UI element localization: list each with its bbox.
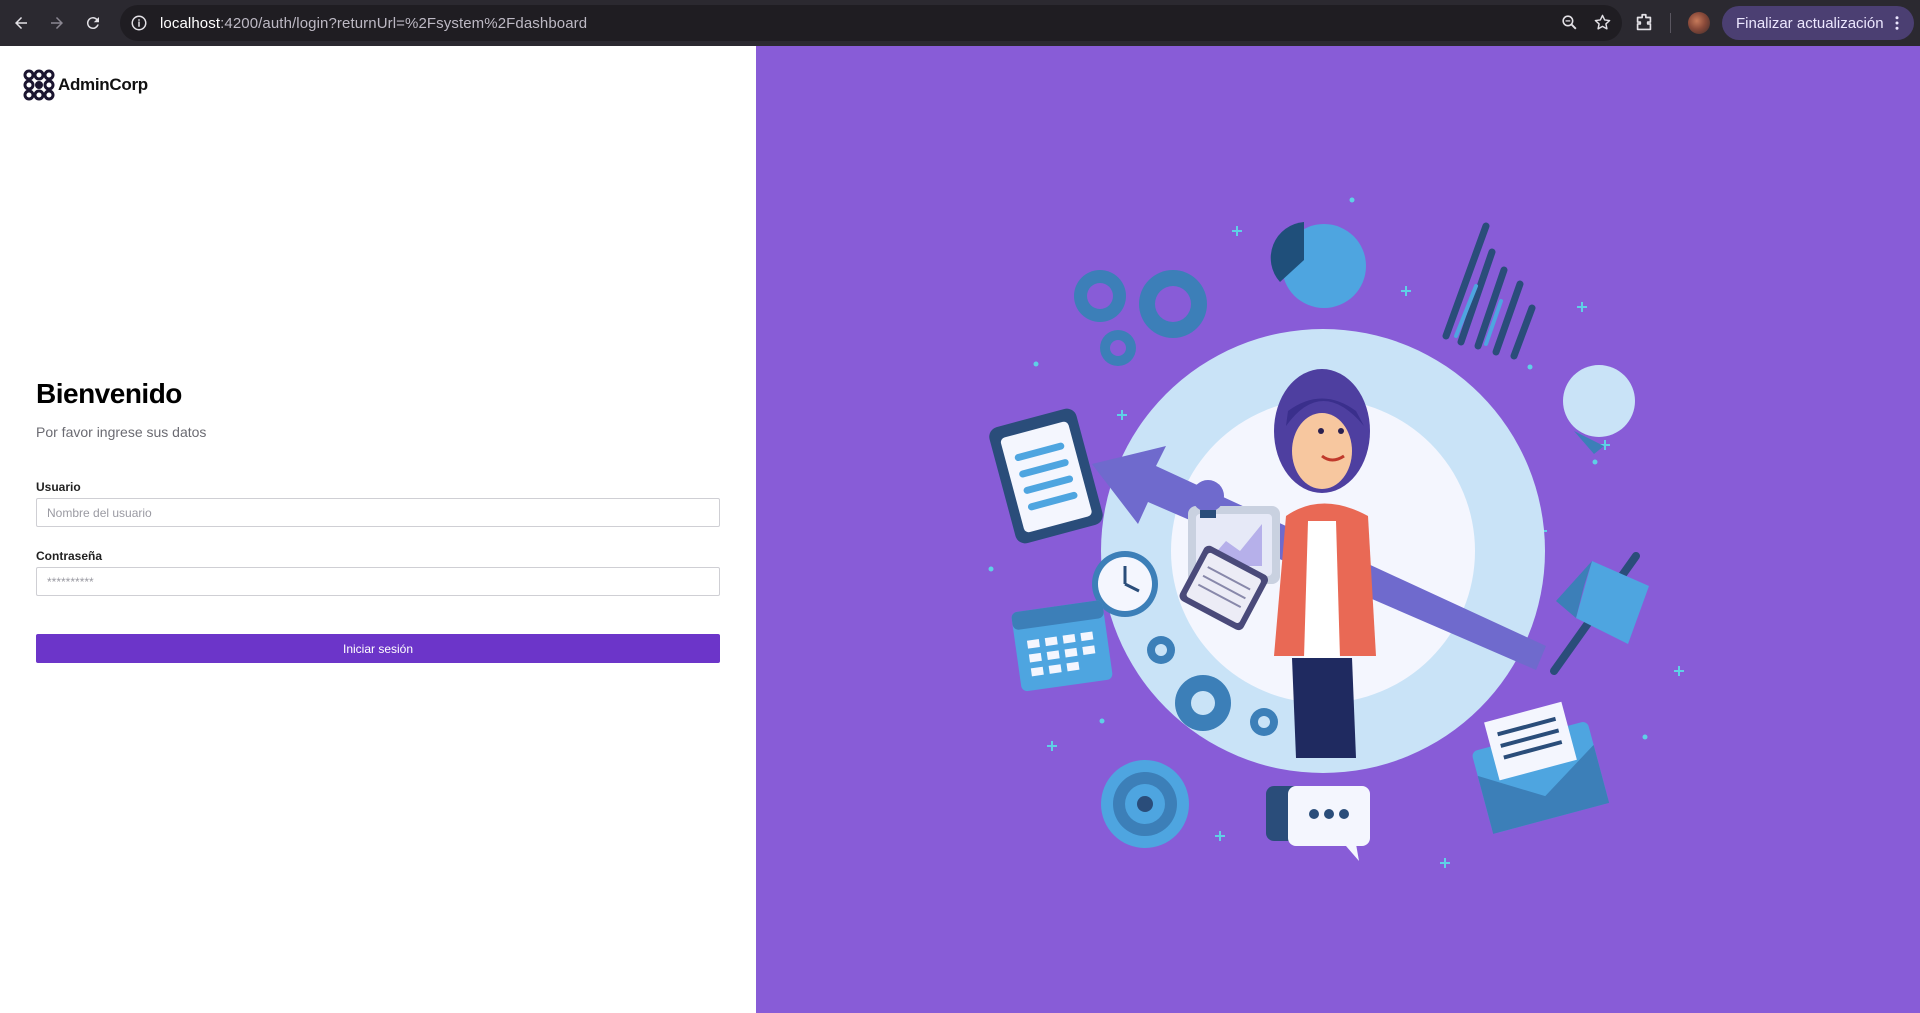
arrow-right-icon — [51, 17, 63, 29]
reload-icon — [86, 17, 99, 30]
password-label: Contraseña — [36, 549, 103, 563]
finish-update-button[interactable]: Finalizar actualización — [1722, 6, 1914, 40]
forward-button[interactable] — [40, 6, 74, 40]
login-button[interactable]: Iniciar sesión — [36, 634, 720, 663]
page-title: Bienvenido — [36, 378, 182, 409]
extensions-icon[interactable] — [1633, 12, 1655, 34]
login-form: Bienvenido Por favor ingrese sus datos U… — [36, 378, 720, 663]
url-path: :4200/auth/login?returnUrl=%2Fsystem%2Fd… — [220, 14, 588, 32]
profile-avatar[interactable] — [1688, 12, 1710, 34]
brand-name: AdminCorp — [58, 75, 148, 94]
more-vert-icon[interactable] — [1888, 14, 1906, 32]
toolbar-divider — [1670, 13, 1671, 33]
business-woman-illustration — [988, 197, 1684, 868]
back-button[interactable] — [4, 6, 38, 40]
address-bar[interactable]: localhost:4200/auth/login?returnUrl=%2Fs… — [120, 5, 1622, 41]
reload-button[interactable] — [76, 6, 110, 40]
bookmark-star-icon[interactable] — [1593, 13, 1612, 32]
username-input[interactable] — [36, 498, 720, 527]
illustration-panel — [756, 46, 1920, 1013]
url-host: localhost — [160, 14, 221, 32]
arrow-left-icon — [15, 17, 27, 29]
brand-logo[interactable]: AdminCorp — [22, 68, 148, 102]
admincorp-logo-icon — [23, 69, 55, 101]
page-subtitle: Por favor ingrese sus datos — [36, 424, 207, 440]
url-text: localhost:4200/auth/login?returnUrl=%2Fs… — [160, 15, 587, 32]
site-info-icon[interactable] — [130, 14, 148, 32]
zoom-icon[interactable] — [1560, 13, 1579, 32]
login-panel: AdminCorp Bienvenido Por favor ingrese s… — [0, 46, 756, 1013]
password-input[interactable] — [36, 567, 720, 596]
username-label: Usuario — [36, 480, 81, 494]
update-button-label: Finalizar actualización — [1736, 14, 1884, 32]
browser-toolbar: localhost:4200/auth/login?returnUrl=%2Fs… — [0, 0, 1920, 46]
